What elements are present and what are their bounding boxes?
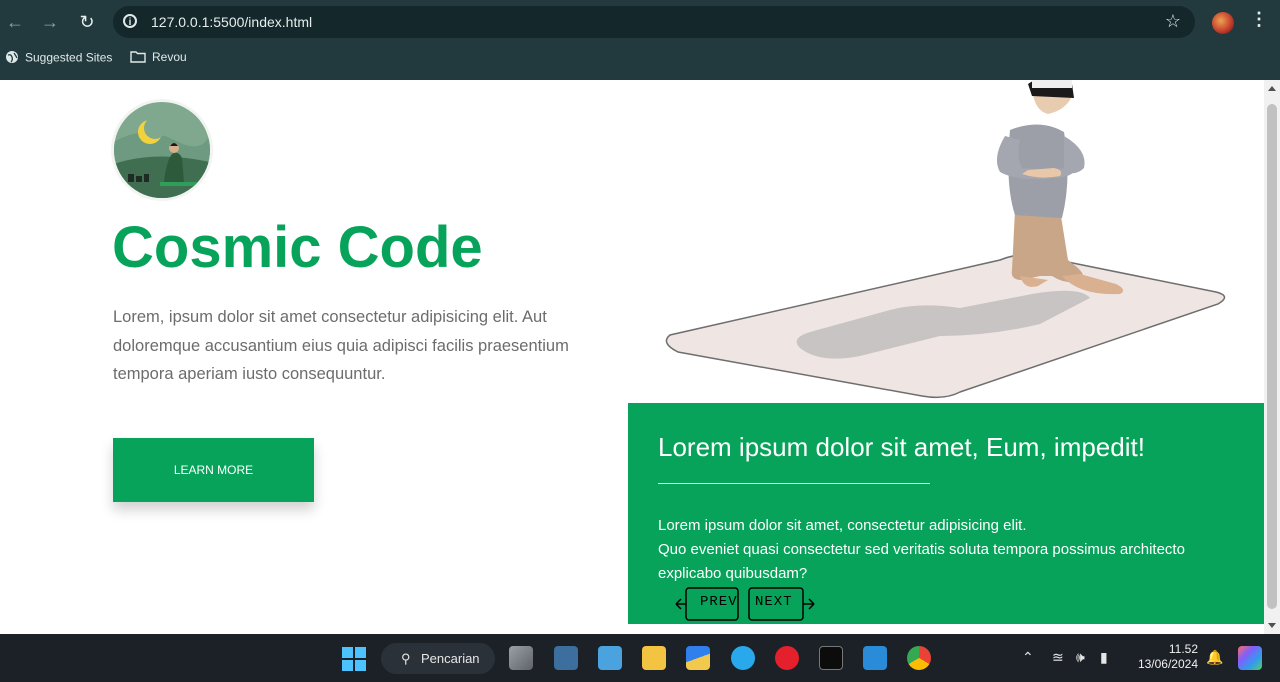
app-icon[interactable] [686, 646, 710, 670]
windows-start-icon[interactable] [342, 647, 366, 671]
battery-icon[interactable]: ▮ [1100, 649, 1108, 666]
taskbar-clock[interactable]: 11.52 13/06/2024 [1130, 642, 1198, 672]
prev-label: PREV [700, 594, 738, 610]
card-title: Lorem ipsum dolor sit amet, Eum, impedit… [658, 432, 1145, 462]
folder-icon [130, 50, 146, 66]
card-text-line: Lorem ipsum dolor sit amet, consectetur … [658, 517, 1027, 534]
back-icon[interactable]: ← [3, 10, 27, 34]
info-card: Lorem ipsum dolor sit amet, Eum, impedit… [628, 403, 1264, 624]
taskbar-search[interactable]: ⚲ Pencarian [381, 643, 495, 674]
learn-more-button[interactable]: LEARN MORE [113, 438, 314, 502]
telegram-icon[interactable] [731, 646, 755, 670]
globe-icon [5, 50, 19, 67]
chrome-icon[interactable] [907, 646, 931, 670]
task-view-icon[interactable] [509, 646, 533, 670]
scroll-thumb[interactable] [1267, 104, 1277, 609]
clock-date: 13/06/2024 [1137, 657, 1198, 671]
taskbar: ⚲ Pencarian ⌃ ≊ 🕪 ▮ 11.52 13/06/2024 🔔 [0, 634, 1280, 682]
bookmark-star-icon[interactable]: ☆ [1165, 11, 1181, 32]
address-url: 127.0.0.1:5500/index.html [151, 14, 313, 30]
show-hidden-icons-icon[interactable]: ⌃ [1022, 649, 1034, 666]
hero-description: Lorem, ipsum dolor sit amet consectetur … [113, 308, 569, 383]
web-page: Cosmic Code Lorem, ipsum dolor sit amet … [0, 80, 1264, 634]
next-button[interactable]: NEXT [748, 587, 816, 621]
scroll-down-icon[interactable] [1268, 623, 1276, 628]
clock-time: 11.52 [1168, 642, 1198, 656]
next-label: NEXT [755, 594, 793, 610]
bookmark-revou[interactable]: Revou [130, 50, 187, 66]
card-body: Lorem ipsum dolor sit amet, consectetur … [658, 514, 1248, 586]
search-icon: ⚲ [401, 651, 411, 666]
prayer-illustration [665, 80, 1226, 399]
browser-menu-icon[interactable]: ⋮ [1250, 9, 1268, 30]
site-logo[interactable] [114, 102, 210, 198]
file-explorer-icon[interactable] [642, 646, 666, 670]
bookmark-suggested-sites[interactable]: Suggested Sites [5, 50, 112, 67]
browser-chrome: ← → ↻ i 127.0.0.1:5500/index.html ☆ ⋮ Su… [0, 0, 1280, 80]
opera-icon[interactable] [775, 646, 799, 670]
browser-toolbar: ← → ↻ i 127.0.0.1:5500/index.html ☆ ⋮ [0, 4, 1280, 40]
taskbar-search-label: Pencarian [421, 651, 480, 666]
wifi-icon[interactable]: ≊ [1052, 649, 1064, 666]
forward-icon[interactable]: → [38, 10, 62, 34]
notepad-icon[interactable] [598, 646, 622, 670]
bookmarks-bar: Suggested Sites Revou [0, 46, 1280, 72]
terminal-icon[interactable] [819, 646, 843, 670]
volume-icon[interactable]: 🕪 [1076, 649, 1085, 666]
scroll-up-icon[interactable] [1268, 86, 1276, 91]
prev-button[interactable]: PREV [674, 587, 742, 621]
site-info-icon[interactable]: i [123, 14, 137, 28]
vscode-icon[interactable] [863, 646, 887, 670]
page-scrollbar[interactable] [1264, 80, 1280, 634]
bookmark-label: Suggested Sites [25, 50, 113, 65]
card-divider [658, 483, 930, 484]
profile-avatar[interactable] [1212, 12, 1234, 34]
notification-bell-icon[interactable]: 🔔 [1206, 649, 1223, 666]
reload-icon[interactable]: ↻ [75, 10, 99, 34]
hero-title: Cosmic Code [112, 215, 483, 280]
copilot-icon[interactable] [1238, 646, 1262, 670]
bookmark-label: Revou [152, 50, 187, 65]
address-bar[interactable]: i 127.0.0.1:5500/index.html ☆ [113, 6, 1195, 38]
calculator-icon[interactable] [554, 646, 578, 670]
card-text-line: Quo eveniet quasi consectetur sed verita… [658, 541, 1185, 582]
